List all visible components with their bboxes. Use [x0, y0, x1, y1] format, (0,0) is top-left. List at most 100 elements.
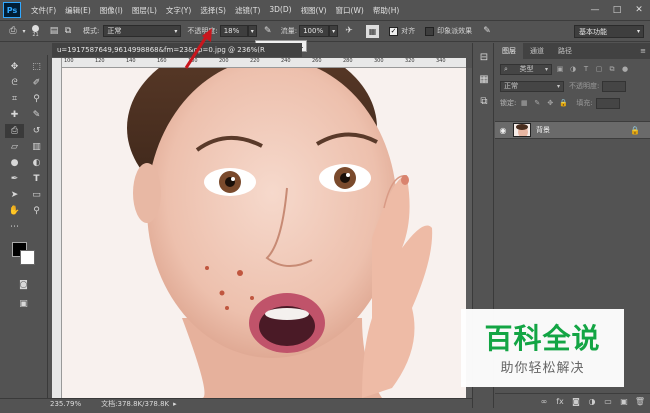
brush-panel-icon[interactable]: ▤ [47, 24, 61, 38]
ruler-mark: 260 [312, 58, 322, 64]
ruler-mark: 280 [343, 58, 353, 64]
adjustment-layer-icon[interactable]: ◑ [586, 395, 598, 407]
opacity-dropdown[interactable]: ▾ [247, 25, 257, 37]
clone-source-icon[interactable]: ⧉ [475, 93, 493, 109]
menu-edit[interactable]: 编辑(E) [65, 5, 91, 16]
blur-tool-icon[interactable]: ● [5, 156, 24, 170]
menu-3d[interactable]: 3D(D) [269, 5, 291, 16]
layer-name[interactable]: 背景 [536, 125, 550, 135]
layer-opacity-input[interactable] [602, 80, 627, 92]
flow-input[interactable]: 100% [299, 25, 330, 37]
menu-select[interactable]: 选择(S) [200, 5, 226, 16]
airbrush-icon[interactable]: ✈ [342, 24, 356, 38]
tab-channels[interactable]: 通道 [523, 43, 551, 59]
menu-layer[interactable]: 图层(L) [132, 5, 157, 16]
screen-mode-icon[interactable]: ▣ [14, 297, 33, 311]
lasso-tool-icon[interactable]: ᘓ [5, 76, 24, 90]
layer-row-background[interactable]: ◉ 背景 🔒 [495, 121, 650, 139]
filter-toggle-icon[interactable]: ● [620, 64, 630, 74]
chevron-down-icon[interactable]: ▾ [20, 24, 28, 38]
brush-preset[interactable]: 21 [32, 24, 39, 38]
panel-bottom-bar: ∞ fx ◙ ◑ ▭ ▣ 🗑 [495, 393, 650, 408]
opacity-value: 18% [223, 27, 240, 35]
filter-type-icon[interactable]: T [581, 64, 591, 74]
new-layer-icon[interactable]: ▣ [618, 395, 630, 407]
chevron-down-icon: ▾ [174, 27, 178, 35]
clone-stamp-tool-icon[interactable]: ⎙ [5, 124, 24, 138]
add-mask-icon[interactable]: ◙ [570, 395, 582, 407]
clone-source-icon[interactable]: ⧉ [61, 24, 75, 38]
history-icon[interactable]: ⊟ [475, 49, 493, 65]
document-canvas[interactable] [62, 68, 466, 398]
zoom-level[interactable]: 235.79% [50, 400, 81, 408]
fill-input[interactable] [595, 97, 620, 109]
marquee-tool-icon[interactable]: ⬚ [27, 60, 46, 74]
lock-pixels-icon[interactable]: ✎ [532, 98, 542, 108]
group-icon[interactable]: ▭ [602, 395, 614, 407]
lock-position-icon[interactable]: ✥ [545, 98, 555, 108]
document-tab[interactable]: u=1917587649,9614998868&fm=23&gp=0.jpg @… [52, 43, 302, 57]
close-button[interactable]: ✕ [632, 3, 646, 16]
move-tool-icon[interactable]: ✥ [5, 60, 24, 74]
pen-tool-icon[interactable]: ✒ [5, 172, 24, 186]
trash-icon[interactable]: 🗑 [634, 395, 646, 407]
eraser-tool-icon[interactable]: ▱ [5, 140, 24, 154]
dodge-tool-icon[interactable]: ◐ [27, 156, 46, 170]
path-select-tool-icon[interactable]: ➤ [5, 188, 24, 202]
zoom-tool-icon[interactable]: ⚲ [27, 204, 46, 218]
minimize-button[interactable]: — [588, 3, 602, 16]
history-brush-tool-icon[interactable]: ↺ [27, 124, 46, 138]
blend-mode-select[interactable]: 正常 ▾ [500, 80, 564, 92]
shape-tool-icon[interactable]: ▭ [27, 188, 46, 202]
mode-group: 模式: 正常 ▾ [83, 25, 182, 37]
eyedropper-tool-icon[interactable]: ⚲ [27, 92, 46, 106]
hand-tool-icon[interactable]: ✋ [5, 204, 24, 218]
flow-group: 流量: 100% ▾ [281, 25, 339, 37]
panel-menu-icon[interactable]: ≡ [640, 47, 646, 55]
healing-brush-tool-icon[interactable]: ✚ [5, 108, 24, 122]
filter-smart-icon[interactable]: ⧉ [607, 64, 617, 74]
clone-stamp-tool-icon[interactable]: ⎙ [6, 24, 20, 38]
color-swatches[interactable] [10, 242, 40, 272]
filter-kind-select[interactable]: ⌕ 类型 ▾ [500, 63, 552, 75]
panel-tabs: 图层 通道 路径 ≡ [495, 43, 650, 59]
brush-pressure-icon[interactable]: ✎ [480, 24, 494, 38]
gradient-tool-icon[interactable]: ▥ [27, 140, 46, 154]
pressure-opacity-icon[interactable]: ✎ [261, 24, 275, 38]
chevron-right-icon[interactable]: ▸ [173, 400, 177, 408]
align-checkbox[interactable]: ✓ [389, 26, 399, 36]
menu-type[interactable]: 文字(Y) [166, 5, 191, 16]
filter-shape-icon[interactable]: ▢ [594, 64, 604, 74]
lock-transparent-icon[interactable]: ▦ [519, 98, 529, 108]
impression-checkbox[interactable] [425, 26, 435, 36]
flow-value: 100% [303, 27, 324, 35]
tab-paths[interactable]: 路径 [551, 43, 579, 59]
quick-mask-icon[interactable]: ◙ [14, 278, 33, 292]
maximize-button[interactable]: □ [610, 3, 624, 16]
quick-select-tool-icon[interactable]: ✐ [27, 76, 46, 90]
workspace-select[interactable]: 基本功能 ▾ [574, 25, 644, 38]
mode-select[interactable]: 正常 ▾ [103, 25, 182, 37]
tab-layers[interactable]: 图层 [495, 43, 523, 59]
properties-icon[interactable]: ▦ [475, 71, 493, 87]
flow-dropdown[interactable]: ▾ [329, 25, 339, 37]
crop-tool-icon[interactable]: ⌗ [5, 92, 24, 106]
menu-view[interactable]: 视图(V) [301, 5, 327, 16]
type-tool-icon[interactable]: T [27, 172, 46, 186]
lock-all-icon[interactable]: 🔒 [558, 98, 568, 108]
visibility-eye-icon[interactable]: ◉ [495, 126, 511, 135]
more-tools-icon[interactable]: ⋯ [5, 220, 24, 234]
sample-layers-icon[interactable]: ▦ [366, 24, 380, 38]
brush-tool-icon[interactable]: ✎ [27, 108, 46, 122]
opacity-input[interactable]: 18% [219, 25, 248, 37]
menu-window[interactable]: 窗口(W) [336, 5, 364, 16]
menu-image[interactable]: 图像(I) [100, 5, 123, 16]
menu-help[interactable]: 帮助(H) [373, 5, 400, 16]
filter-adjust-icon[interactable]: ◑ [568, 64, 578, 74]
background-color[interactable] [20, 250, 35, 265]
menu-file[interactable]: 文件(F) [31, 5, 56, 16]
link-layers-icon[interactable]: ∞ [538, 395, 550, 407]
menu-filter[interactable]: 滤镜(T) [235, 5, 260, 16]
filter-pixel-icon[interactable]: ▣ [555, 64, 565, 74]
layer-style-icon[interactable]: fx [554, 395, 566, 407]
